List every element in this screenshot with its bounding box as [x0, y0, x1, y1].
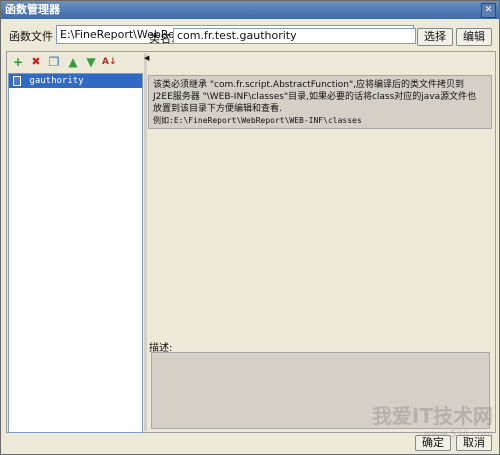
- list-toolbar: + ✖ ❐ ▲ ▼ A↓: [8, 53, 143, 71]
- info-line-1: 该类必须继承 "com.fr.script.AbstractFunction",…: [153, 80, 464, 90]
- add-icon[interactable]: +: [11, 55, 25, 69]
- copy-icon[interactable]: ❐: [47, 55, 61, 69]
- move-down-icon[interactable]: ▼: [84, 55, 98, 69]
- close-icon[interactable]: ✕: [481, 3, 496, 18]
- watermark: 我爱IT技术网 www.52ij.com: [371, 404, 493, 440]
- list-item[interactable]: gauthority: [9, 74, 142, 88]
- info-line-4: 例如:E:\FineReport\WebReport\WEB-INF\class…: [153, 116, 362, 125]
- class-info-text: 该类必须继承 "com.fr.script.AbstractFunction",…: [148, 75, 492, 129]
- class-name-field[interactable]: com.fr.test.gauthority: [173, 28, 416, 44]
- edit-button[interactable]: 编辑: [456, 28, 492, 46]
- function-file-label: 函数文件: [9, 30, 53, 43]
- list-item-label: gauthority: [29, 76, 84, 86]
- ok-button[interactable]: 确定: [415, 435, 451, 451]
- title-bar: 函数管理器 ✕: [1, 1, 499, 19]
- file-icon: [13, 76, 21, 86]
- info-line-3: 放置到该目录下方便编辑和查看.: [153, 104, 282, 114]
- function-list-panel: + ✖ ❐ ▲ ▼ A↓ gauthority: [8, 53, 143, 433]
- select-button[interactable]: 选择: [417, 28, 453, 46]
- collapse-arrow-icon[interactable]: ◀: [144, 55, 149, 62]
- class-name-label: 类名:: [149, 32, 175, 45]
- move-up-icon[interactable]: ▲: [66, 55, 80, 69]
- cancel-button[interactable]: 取消: [456, 435, 492, 451]
- delete-icon[interactable]: ✖: [29, 55, 43, 69]
- function-manager-dialog: 函数管理器 ✕ 函数文件 E:\FineReport\WebReport\WEB…: [0, 0, 500, 455]
- function-list[interactable]: gauthority: [8, 73, 143, 433]
- panel-splitter[interactable]: ◀: [144, 53, 149, 431]
- sort-icon[interactable]: A↓: [102, 55, 117, 69]
- window-title: 函数管理器: [5, 3, 60, 16]
- info-line-2: J2EE服务器 "\WEB-INF\classes"目录,如果必要的话将clas…: [153, 92, 477, 102]
